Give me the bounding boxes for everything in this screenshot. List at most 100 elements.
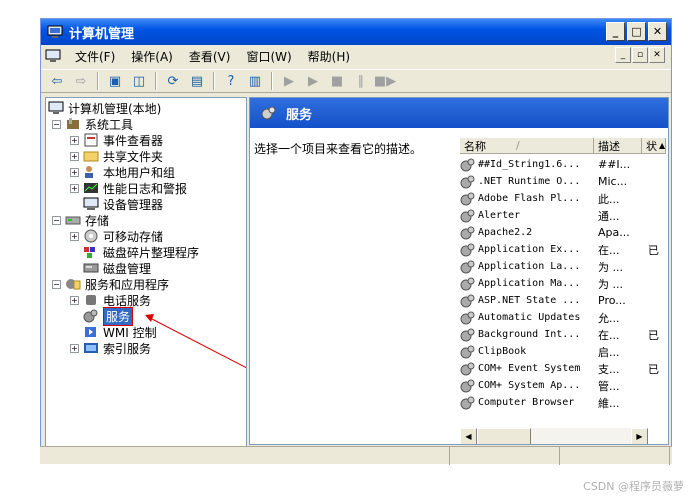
service-name: Computer Browser [460,396,594,410]
gears-icon [460,226,475,239]
gears-icon [460,311,475,324]
details-pane: 服务 选择一个项目来查看它的描述。 名称 / 描述 状 ▲ ##Id_String1… [249,97,669,445]
service-description: 管... [598,379,620,393]
service-name: .NET Runtime O... [460,175,594,189]
chevron-up-icon: ▲ [659,141,666,150]
list-item[interactable]: Apache2.2 Apa... [460,224,662,241]
forward-arrow-icon[interactable]: ⇨ [71,72,91,90]
status-cell [40,447,450,465]
status-bar [40,446,672,465]
list-item[interactable]: Alerter 通... [460,207,662,224]
computer-icon [47,25,63,38]
service-status: 已 [648,243,659,257]
list-item[interactable]: Application La... 为 ... [460,258,662,275]
console-tree: 计算机管理(本地) − 系统工具 + 事件查看器 + 共享文件夹 + 本地用户和… [45,97,247,457]
menu-action[interactable]: 操作(A) [123,48,181,65]
back-arrow-icon[interactable]: ⇦ [47,72,67,90]
status-cell [560,447,670,465]
toolbar-separator [97,72,99,90]
window-title: 计算机管理 [69,26,135,42]
service-status: 已 [648,362,659,376]
gears-icon [460,294,475,307]
gears-icon [460,158,475,171]
stop-icon[interactable]: ■ [327,72,347,90]
service-description: Mic... [598,175,628,188]
horizontal-scrollbar[interactable]: ◀ ▶ [460,428,648,444]
child-restore-button[interactable]: ▫ [632,47,648,63]
list-item[interactable]: COM+ Event System 支... 已 [460,360,662,377]
maximize-button[interactable]: □ [627,22,646,41]
menu-help[interactable]: 帮助(H) [300,48,358,65]
play-icon[interactable]: ▶ [303,72,323,90]
child-close-button[interactable]: ✕ [649,47,665,63]
child-minimize-button[interactable]: _ [615,47,631,63]
column-header-description[interactable]: 描述 [594,138,642,154]
service-name: Apache2.2 [460,226,594,240]
service-description: 启... [598,345,620,359]
show-hide-tree-icon[interactable]: ◫ [129,72,149,90]
pane-header: 服务 [250,98,668,128]
list-item[interactable]: .NET Runtime O... Mic... [460,173,662,190]
service-description: 为 ... [598,277,623,291]
sort-arrow-icon: / [516,139,520,152]
menu-window[interactable]: 窗口(W) [238,48,299,65]
gears-icon [460,328,475,341]
service-name: Background Int... [460,328,594,342]
list-header: 名称 / 描述 状 ▲ [460,138,666,154]
toolbar-separator [155,72,157,90]
pause-icon[interactable]: ∥ [351,72,371,90]
scroll-right-icon[interactable]: ▶ [631,428,648,444]
list-item[interactable]: ClipBook 启... [460,343,662,360]
service-description: 在... [598,243,620,257]
properties-icon[interactable]: ▥ [245,72,265,90]
list-item[interactable]: Application Ma... 为 ... [460,275,662,292]
menu-bar: 文件(F) 操作(A) 查看(V) 窗口(W) 帮助(H) _ ▫ ✕ [41,45,671,67]
refresh-icon[interactable]: ⟳ [163,72,183,90]
service-description: 允... [598,311,620,325]
service-description: 此... [598,192,620,206]
service-description: 为 ... [598,260,623,274]
gears-icon [460,396,475,409]
list-item[interactable]: COM+ System Ap... 管... [460,377,662,394]
list-item[interactable]: ##Id_String1.6... ##I... [460,156,662,173]
close-button[interactable]: ✕ [648,22,667,41]
list-item[interactable]: Application Ex... 在... 已 [460,241,662,258]
list-item[interactable]: Automatic Updates 允... [460,309,662,326]
service-name: ##Id_String1.6... [460,158,594,172]
list-item[interactable]: Background Int... 在... 已 [460,326,662,343]
gears-icon [460,243,475,256]
gears-icon [460,345,475,358]
service-name: Application La... [460,260,594,274]
scroll-left-icon[interactable]: ◀ [460,428,477,444]
service-description: 維... [598,396,620,410]
play-icon[interactable]: ▶ [279,72,299,90]
service-name: Adobe Flash Pl... [460,192,594,206]
list-item[interactable]: Adobe Flash Pl... 此... [460,190,662,207]
list-item[interactable]: ASP.NET State ... Pro... [460,292,662,309]
help-icon[interactable]: ? [221,72,241,90]
up-folder-icon[interactable]: ▣ [105,72,125,90]
menu-view[interactable]: 查看(V) [181,48,239,65]
column-header-status[interactable]: 状 ▲ [642,138,666,154]
document-window-icon[interactable] [45,49,61,63]
export-list-icon[interactable]: ▤ [187,72,207,90]
service-description: Apa... [598,226,630,239]
menu-file[interactable]: 文件(F) [67,48,123,65]
column-header-name[interactable]: 名称 / [460,138,594,154]
toolbar: ⇦ ⇨ ▣ ◫ ⟳ ▤ ? ▥ ▶ ▶ ■ ∥ ■▶ [41,69,671,93]
watermark: CSDN @程序员薇萝 [583,480,684,493]
minimize-button[interactable]: _ [606,22,625,41]
restart-icon[interactable]: ■▶ [374,72,396,90]
title-bar[interactable]: 计算机管理 _ □ ✕ [41,19,671,45]
service-status: 已 [648,328,659,342]
gears-icon [460,209,475,222]
toolbar-separator [213,72,215,90]
scrollbar-thumb[interactable] [477,428,531,444]
status-cell [450,447,560,465]
list-item[interactable]: Computer Browser 維... [460,394,662,411]
gears-icon [460,362,475,375]
annotation-arrow [145,314,246,369]
services-list: 名称 / 描述 状 ▲ ##Id_String1.6... ##I... .NET Ru… [460,138,668,430]
gears-icon [460,175,475,188]
service-name: Application Ex... [460,243,594,257]
